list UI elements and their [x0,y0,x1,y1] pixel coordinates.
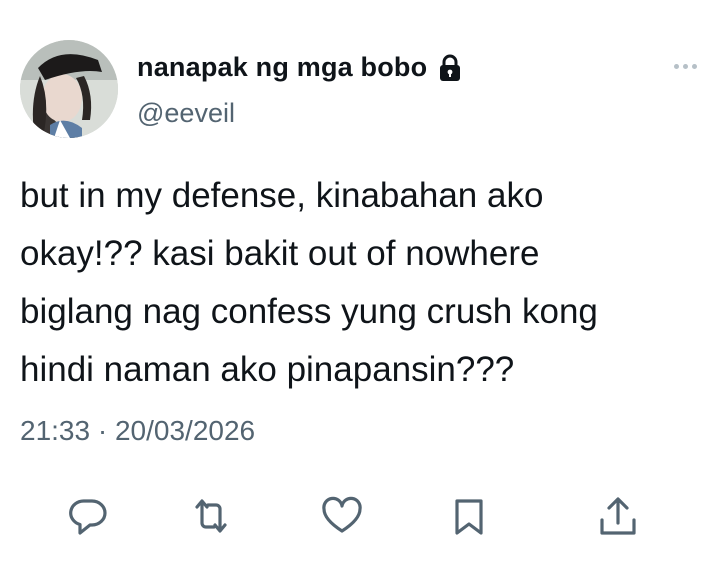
retweet-button[interactable] [189,495,233,539]
lock-icon [437,53,463,83]
retweet-icon [195,499,227,533]
more-dot [683,64,688,69]
meta-separator: · [97,415,108,446]
bookmark-icon [455,499,483,535]
action-bar [0,495,720,555]
display-name: nanapak ng mga bobo [137,52,428,82]
reply-button[interactable] [66,495,110,539]
tweet-time: 21:33 [20,415,91,446]
avatar-photo [20,40,118,138]
author-name[interactable]: nanapak ng mga bobo [137,52,463,83]
more-options-icon[interactable] [674,64,697,69]
bookmark-button[interactable] [448,495,492,539]
reply-icon [69,499,107,535]
tweet-timestamp[interactable]: 21:33 · 20/03/2026 [20,415,255,447]
tweet-text: but in my defense, kinabahan ako okay!??… [20,167,700,399]
tweet-line: hindi naman ako pinapansin??? [20,350,515,389]
like-icon [322,496,362,533]
more-dot [674,64,679,69]
author-handle[interactable]: @eeveil [137,98,235,129]
share-button[interactable] [596,495,640,539]
tweet-line: but in my defense, kinabahan ako [20,176,544,215]
more-dot [692,64,697,69]
tweet-line: biglang nag confess yung crush kong [20,292,598,331]
tweet-date: 20/03/2026 [114,415,256,446]
tweet-line: okay!?? kasi bakit out of nowhere [20,234,540,273]
like-button[interactable] [320,495,364,539]
avatar[interactable] [20,40,118,138]
share-icon [600,497,636,535]
